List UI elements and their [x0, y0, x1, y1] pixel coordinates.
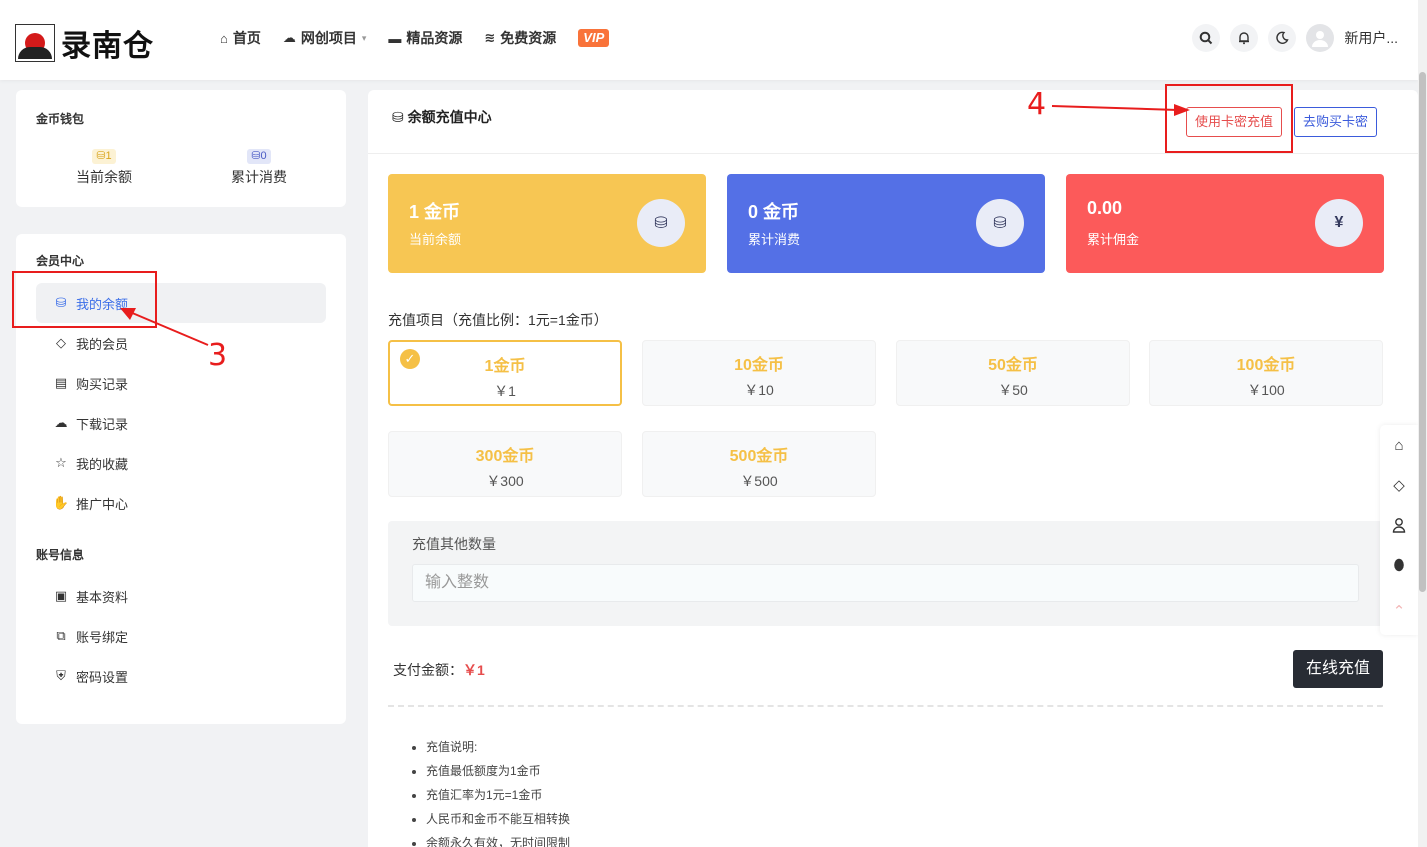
annotation-arrowhead-4	[1174, 104, 1190, 116]
annotation-arrows	[120, 104, 1190, 346]
annotation-arrow-4	[1051, 105, 1179, 111]
annotation-arrow-3	[129, 311, 209, 346]
